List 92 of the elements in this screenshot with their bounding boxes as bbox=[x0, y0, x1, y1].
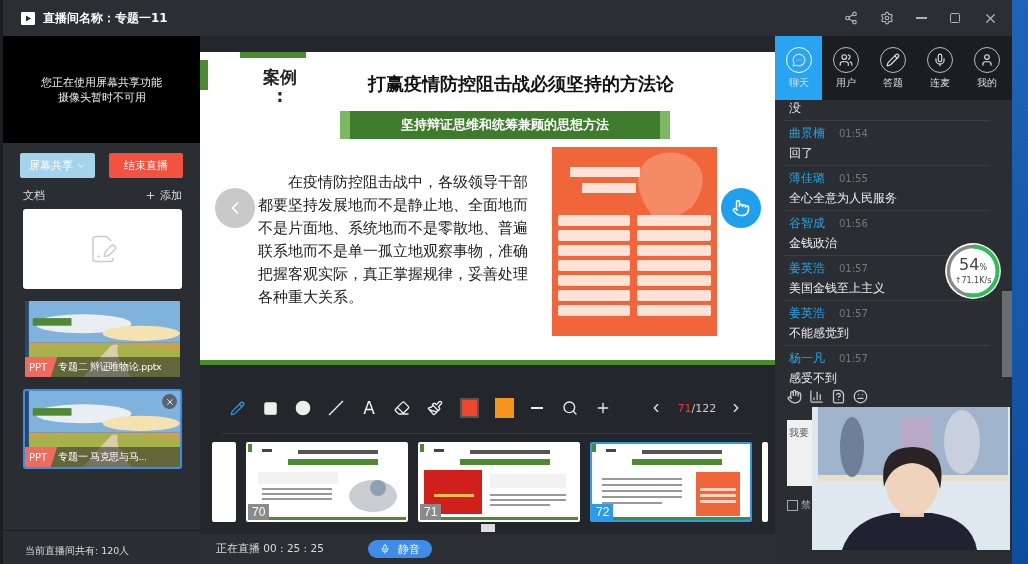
slide-label-colon: : bbox=[276, 89, 284, 103]
slide-number: 71 bbox=[420, 504, 442, 520]
slide-thumbnail[interactable]: 70 bbox=[246, 442, 408, 522]
sender-name: 姜英浩 bbox=[789, 305, 825, 321]
message-time: 01:57 bbox=[839, 307, 868, 321]
add-button[interactable]: 添加 bbox=[145, 188, 182, 203]
message-time: 01:54 bbox=[839, 127, 868, 141]
slide-paragraph: 在疫情防控阻击战中，各级领导干部都要坚持发展地而不是静止地、全面地而不是片面地、系统地而不是零散地、普遍联系地而不是单一孤立地观察事物，准确把握客观实际，真正掌握规律，妥善处理各种重大关系。 bbox=[258, 172, 529, 308]
panel-tab[interactable]: 用户 bbox=[822, 36, 869, 100]
panel-tab[interactable]: 连麦 bbox=[916, 36, 963, 100]
play-icon bbox=[21, 11, 35, 25]
microphone-icon bbox=[932, 52, 947, 67]
section-title: 文档 bbox=[23, 188, 45, 203]
settings-button[interactable] bbox=[880, 11, 894, 25]
close-icon bbox=[164, 396, 175, 407]
chat-input[interactable]: 我要 bbox=[787, 420, 812, 486]
question-icon bbox=[831, 389, 846, 404]
document-card[interactable]: PPT 专题二 辩证唯物论.pptx bbox=[23, 299, 182, 379]
camera-notice: 您正在使用屏幕共享功能 摄像头暂时不可用 bbox=[41, 74, 162, 105]
line-icon bbox=[328, 400, 345, 416]
users-icon bbox=[838, 52, 853, 67]
pencil-icon bbox=[229, 400, 245, 416]
square-icon bbox=[262, 400, 278, 416]
file-type-tag: PPT bbox=[25, 447, 58, 467]
document-name: 专题二 辩证唯物论.pptx bbox=[58, 360, 162, 374]
chat-bubble-icon bbox=[791, 52, 806, 67]
circle-icon bbox=[295, 400, 312, 416]
sender-name: 姜英浩 bbox=[789, 260, 825, 276]
document-card[interactable]: PPT 专题一 马克思与马... bbox=[23, 389, 182, 469]
minimize-icon bbox=[916, 17, 927, 19]
end-live-button[interactable]: 结束直播 bbox=[108, 153, 183, 178]
user-icon bbox=[979, 52, 994, 67]
brush-icon bbox=[426, 400, 443, 416]
scroll-handle[interactable] bbox=[480, 524, 495, 532]
message-time: 01:56 bbox=[839, 217, 868, 231]
slide-thumbnail-edge[interactable] bbox=[212, 442, 236, 522]
color-swatch[interactable] bbox=[495, 398, 514, 418]
window-title: 直播间名称：专题一11 bbox=[43, 9, 169, 27]
file-type-tag: PPT bbox=[25, 357, 58, 377]
maximize-icon bbox=[949, 12, 961, 24]
scrollbar[interactable] bbox=[1002, 291, 1012, 377]
slide-label: 案例 bbox=[263, 66, 297, 89]
message-text: 不能感觉到 bbox=[789, 325, 850, 341]
sender-name: 曲景楠 bbox=[789, 125, 825, 141]
mute-button[interactable]: 静音 bbox=[367, 540, 432, 558]
slide-thumbnail[interactable]: 71 bbox=[418, 442, 580, 522]
hand-button[interactable] bbox=[787, 389, 802, 404]
checkbox[interactable] bbox=[787, 499, 798, 511]
hand-pointer-icon bbox=[732, 199, 750, 217]
message-text: 全心全意为人民服务 bbox=[789, 190, 898, 206]
plus-icon bbox=[145, 190, 156, 201]
share-button[interactable] bbox=[844, 11, 858, 25]
search-icon bbox=[562, 400, 579, 416]
maximize-button[interactable] bbox=[949, 12, 961, 24]
live-timer: 正在直播 00 : 25 : 25 bbox=[216, 542, 324, 556]
slide-subtitle-banner: 坚持辩证思维和统筹兼顾的思想方法 bbox=[340, 111, 670, 139]
chart-icon bbox=[809, 389, 824, 404]
slide-thumbnail-edge[interactable] bbox=[762, 442, 768, 522]
slide-number: 70 bbox=[248, 504, 270, 520]
sender-name: 薄佳璐 bbox=[789, 170, 825, 186]
upload-speed: ↑71.1K/s bbox=[954, 276, 992, 285]
message-time: 01:57 bbox=[839, 352, 868, 366]
hand-icon bbox=[787, 389, 802, 404]
message-text: 回了 bbox=[789, 145, 814, 161]
message-text: 金钱政治 bbox=[789, 235, 838, 251]
eraser-icon bbox=[393, 400, 410, 416]
pencil-icon bbox=[885, 52, 900, 67]
slide-number: 72 bbox=[592, 504, 614, 520]
microphone-icon bbox=[379, 544, 390, 554]
viewer-count: 当前直播间共有: 120人 bbox=[25, 545, 130, 556]
color-swatch[interactable] bbox=[460, 398, 480, 418]
share-icon bbox=[844, 11, 858, 25]
emoji-button[interactable] bbox=[853, 389, 868, 404]
checkbox-label: 禁 bbox=[801, 498, 811, 512]
slide-title: 打赢疫情防控阻击战必须坚持的方法论 bbox=[368, 72, 674, 96]
chart-button[interactable] bbox=[809, 389, 824, 404]
document-name: 专题一 马克思与马... bbox=[58, 450, 147, 464]
sender-name: 谷智成 bbox=[789, 215, 825, 231]
message-time: 01:57 bbox=[839, 262, 868, 276]
message-text: 没 bbox=[789, 100, 802, 116]
settings-icon bbox=[880, 11, 894, 25]
message-text: 感受不到 bbox=[789, 370, 838, 385]
panel-tab[interactable]: 答题 bbox=[869, 36, 916, 100]
text-tool[interactable]: A bbox=[353, 395, 385, 421]
question-button[interactable] bbox=[831, 389, 846, 404]
page-counter: 71/122 bbox=[677, 401, 717, 415]
sender-name: 杨一凡 bbox=[789, 350, 825, 366]
panel-tab[interactable]: 我的 bbox=[963, 36, 1010, 100]
minus-icon bbox=[531, 407, 544, 409]
face-icon bbox=[853, 389, 868, 404]
message-time: 01:55 bbox=[839, 172, 868, 186]
meter-percent: 54% bbox=[959, 257, 987, 276]
